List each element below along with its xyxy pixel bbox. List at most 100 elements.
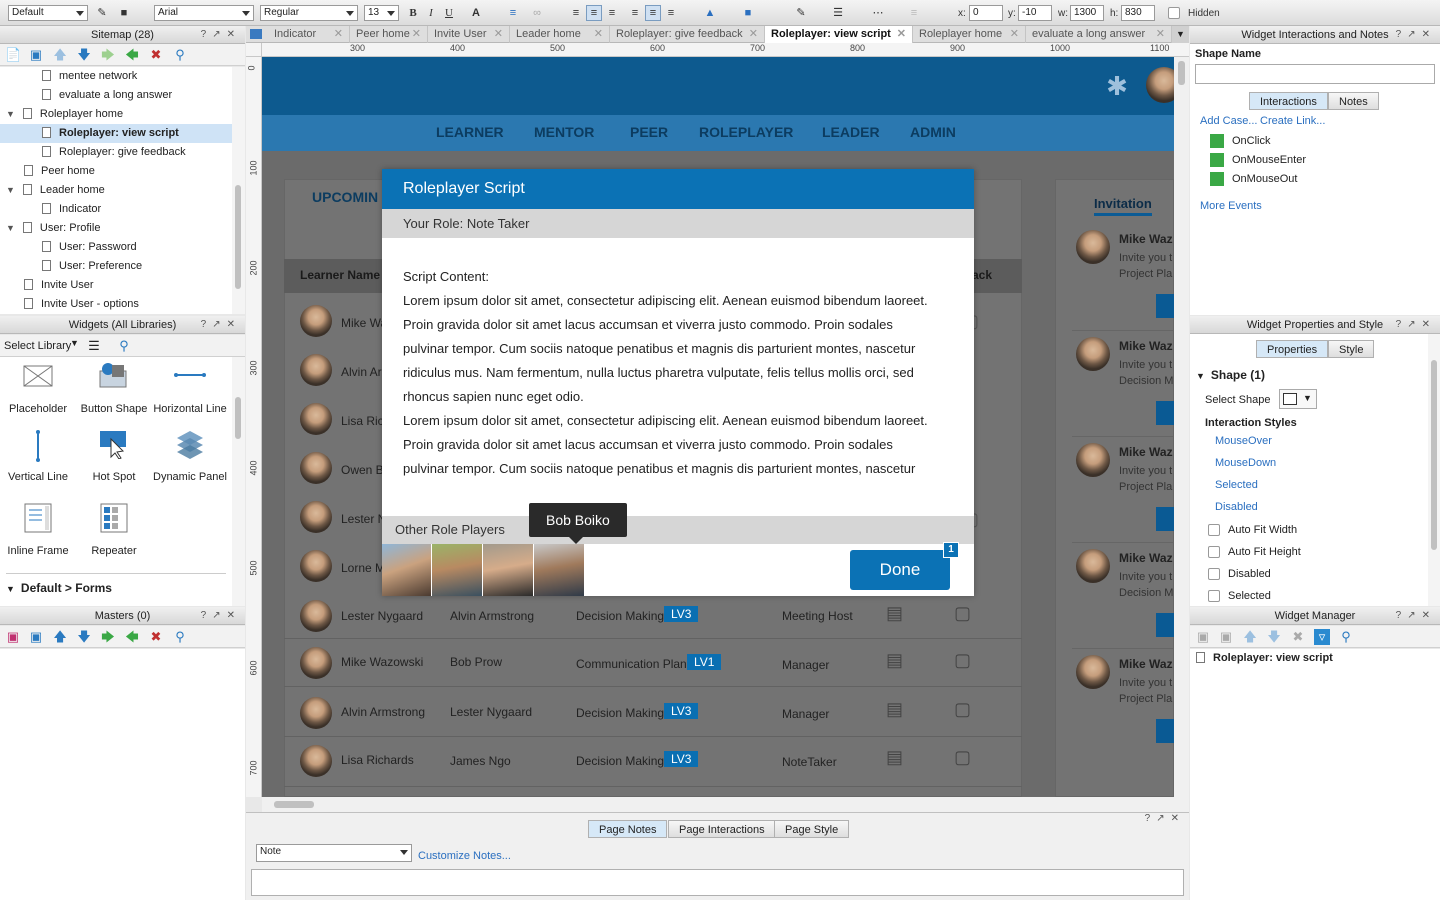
nav-leader[interactable]: LEADER — [822, 124, 880, 140]
indent-icon[interactable]: 🡆 — [100, 47, 116, 63]
style-dropdown[interactable]: Default — [8, 5, 88, 21]
sitemap-item[interactable]: User: Preference — [42, 257, 142, 276]
widget-vertical-line[interactable]: Vertical Line — [0, 429, 76, 483]
comment-icon[interactable]: ▢ — [954, 603, 971, 624]
tab-leader-home[interactable]: Leader home ✕ — [510, 26, 610, 43]
selected-checkbox[interactable]: Selected — [1208, 590, 1271, 603]
add-folder-icon[interactable]: ▣ — [28, 47, 44, 63]
sitemap-item[interactable]: User: Password — [42, 238, 137, 257]
tab-page-notes[interactable]: Page Notes — [588, 820, 668, 838]
auto-fit-height-checkbox[interactable]: Auto Fit Height — [1208, 546, 1301, 559]
expand-triangle-icon[interactable]: ▼ — [6, 185, 15, 195]
line-style-icon[interactable]: ⋯ — [870, 5, 886, 21]
sitemap-item-selected[interactable]: Roleplayer: view script — [0, 124, 232, 143]
search-icon[interactable]: ⚲ — [1338, 629, 1354, 645]
properties-scrollbar[interactable] — [1428, 334, 1440, 606]
font-size-dropdown[interactable]: 13 — [364, 5, 399, 21]
disabled-checkbox[interactable]: Disabled — [1208, 568, 1271, 581]
delete-icon[interactable]: ✖ — [148, 629, 164, 645]
line-width-icon[interactable]: ☰ — [830, 5, 846, 21]
invitation-card[interactable]: Mike Waz Invite you t Project Pla — [1072, 648, 1174, 748]
invitation-card[interactable]: Mike Waz Invite you t Project Pla — [1072, 436, 1174, 536]
script-icon[interactable]: ▤ — [886, 650, 903, 671]
mouseover-style-link[interactable]: MouseOver — [1215, 435, 1272, 447]
close-icon[interactable]: ✕ — [594, 26, 603, 43]
paint-bucket-icon[interactable]: ■ — [116, 5, 132, 21]
arrow-style-icon[interactable]: ≡ — [906, 5, 922, 21]
close-icon[interactable]: ✕ — [334, 26, 343, 43]
panel-controls[interactable]: ?↗✕ — [201, 316, 241, 334]
invitation-card[interactable]: Mike Waz Invite you t Decision M — [1072, 542, 1174, 642]
shape-section-header[interactable]: ▼ Shape (1) — [1196, 368, 1265, 382]
accept-button[interactable] — [1156, 507, 1174, 531]
comment-icon[interactable]: ▢ — [954, 747, 971, 768]
add-state-icon[interactable]: ▣ — [1195, 629, 1211, 645]
duplicate-icon[interactable]: ▣ — [1218, 629, 1234, 645]
hidden-checkbox[interactable] — [1168, 7, 1180, 19]
event-onmouseenter[interactable]: OnMouseEnter — [1210, 153, 1306, 167]
player-photo[interactable] — [382, 544, 431, 596]
script-icon[interactable]: ▤ — [886, 699, 903, 720]
accept-button[interactable] — [1156, 294, 1174, 318]
align-right-icon[interactable]: ≡ — [604, 5, 620, 21]
tab-roleplayer-home[interactable]: Roleplayer home ✕ — [913, 26, 1026, 43]
nav-learner[interactable]: LEARNER — [436, 124, 504, 140]
close-icon[interactable]: ✕ — [1010, 26, 1019, 43]
invitation-card[interactable]: Mike Waz Invite you t Decision M — [1072, 330, 1174, 430]
tab-page-interactions[interactable]: Page Interactions — [668, 820, 776, 838]
link-icon[interactable]: ∞ — [529, 5, 545, 21]
close-icon[interactable]: ✕ — [749, 26, 758, 43]
sitemap-item[interactable]: Invite User - options — [24, 295, 139, 314]
line-color-icon[interactable]: ✎ — [793, 5, 809, 21]
tab-overflow-icon[interactable]: ▼ — [1172, 26, 1189, 43]
panel-controls[interactable]: ?↗✕ — [1145, 813, 1185, 824]
height-input[interactable]: 830 — [1121, 5, 1155, 21]
table-row[interactable]: Alvin Armstrong Lester Nygaard Decision … — [284, 689, 1022, 737]
add-case-link[interactable]: Add Case... — [1200, 115, 1257, 127]
panel-controls[interactable]: ?↗✕ — [1396, 26, 1436, 44]
shadow-icon[interactable]: ■ — [740, 5, 756, 21]
accept-button[interactable] — [1156, 719, 1174, 743]
event-onmouseout[interactable]: OnMouseOut — [1210, 172, 1297, 186]
sitemap-item[interactable]: Invite User — [24, 276, 94, 295]
tab-peer-home[interactable]: Peer home ✕ — [350, 26, 428, 43]
player-photo[interactable] — [432, 544, 482, 596]
widget-inline-frame[interactable]: Inline Frame — [0, 503, 76, 557]
outdent-icon[interactable]: 🡄 — [124, 47, 140, 63]
shape-name-input[interactable] — [1195, 64, 1435, 84]
x-input[interactable]: 0 — [969, 5, 1003, 21]
mousedown-style-link[interactable]: MouseDown — [1215, 457, 1276, 469]
design-canvas[interactable]: ✱ LEARNER MENTOR PEER ROLEPLAYER LEADER … — [262, 57, 1174, 797]
player-photo[interactable] — [483, 544, 533, 596]
notes-textarea[interactable] — [251, 869, 1184, 896]
bullets-icon[interactable]: ≡ — [505, 5, 521, 21]
width-input[interactable]: 1300 — [1070, 5, 1104, 21]
delete-icon[interactable]: ✖ — [148, 47, 164, 63]
table-row[interactable]: Mike Wazowski Bob Prow Communication Pla… — [284, 641, 1022, 687]
align-top-icon[interactable]: ≡ — [627, 5, 643, 21]
fill-color-icon[interactable]: ▲ — [702, 5, 718, 21]
table-row[interactable]: Lester Nygaard Alvin Armstrong Decision … — [284, 595, 1022, 639]
tab-indicator[interactable]: Indicator ✕ — [268, 26, 350, 43]
accept-button[interactable] — [1156, 401, 1174, 425]
comment-icon[interactable]: ▢ — [954, 650, 971, 671]
panel-controls[interactable]: ?↗✕ — [201, 26, 241, 44]
widget-repeater[interactable]: Repeater — [76, 503, 152, 557]
widget-hot-spot[interactable]: Hot Spot — [76, 429, 152, 483]
user-avatar[interactable] — [1146, 67, 1174, 103]
tab-give-feedback[interactable]: Roleplayer: give feedback ✕ — [610, 26, 765, 43]
nav-peer[interactable]: PEER — [630, 124, 668, 140]
menu-icon[interactable]: ☰ — [86, 338, 102, 354]
sitemap-item[interactable]: Indicator — [42, 200, 101, 219]
widget-manager-item[interactable]: Roleplayer: view script — [1196, 649, 1333, 668]
outdent-icon[interactable]: 🡄 — [124, 629, 140, 645]
format-painter-icon[interactable]: ✎ — [94, 5, 110, 21]
script-icon[interactable]: ▤ — [886, 603, 903, 624]
script-icon[interactable]: ▤ — [886, 747, 903, 768]
move-down-icon[interactable]: 🡇 — [76, 629, 92, 645]
font-weight-dropdown[interactable]: Regular — [260, 5, 358, 21]
italic-icon[interactable]: I — [423, 5, 439, 21]
event-onclick[interactable]: OnClick — [1210, 134, 1271, 148]
widget-placeholder[interactable]: Placeholder — [0, 361, 76, 415]
accept-button[interactable] — [1156, 613, 1174, 637]
